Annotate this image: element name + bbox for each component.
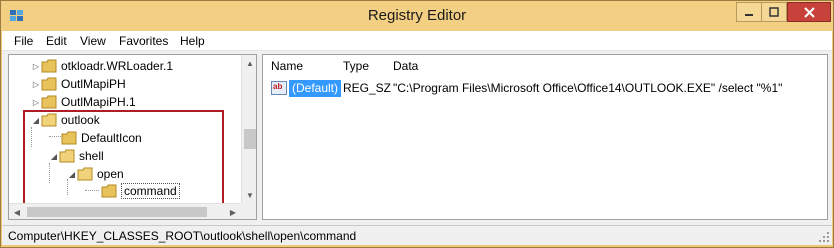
values-list[interactable]: Name Type Data ab (Default) REG_SZ "C:\P… <box>262 54 828 220</box>
client-area: ▷ otkloadr.WRLoader.1 ▷ OutlMapiPH ▷ Out… <box>2 51 832 225</box>
maximize-icon <box>769 7 779 17</box>
collapsed-arrow-icon[interactable]: ▷ <box>31 97 41 107</box>
title-bar[interactable]: Registry Editor <box>1 1 833 31</box>
value-type: REG_SZ <box>343 81 392 95</box>
registry-tree[interactable]: ▷ otkloadr.WRLoader.1 ▷ OutlMapiPH ▷ Out… <box>8 54 257 220</box>
menu-file[interactable]: File <box>14 34 33 48</box>
tree-item-label: otkloadr.WRLoader.1 <box>61 59 174 73</box>
menu-help[interactable]: Help <box>180 34 205 48</box>
column-header-name[interactable]: Name <box>271 59 303 73</box>
value-name: (Default) <box>289 80 342 97</box>
value-data: "C:\Program Files\Microsoft Office\Offic… <box>393 81 783 95</box>
status-path: Computer\HKEY_CLASSES_ROOT\outlook\shell… <box>8 229 357 243</box>
maximize-button[interactable] <box>761 2 787 22</box>
folder-icon <box>41 59 57 73</box>
string-value-icon: ab <box>271 81 287 95</box>
menu-favorites[interactable]: Favorites <box>119 34 168 48</box>
registry-editor-window: Registry Editor File Edit View Favorites… <box>0 0 834 248</box>
tree-item-label: OutlMapiPH.1 <box>61 95 136 109</box>
collapsed-arrow-icon[interactable]: ▷ <box>31 79 41 89</box>
tree-horizontal-scrollbar[interactable]: ◀ ▶ <box>9 203 241 219</box>
scroll-thumb[interactable] <box>244 129 256 149</box>
close-icon <box>803 6 815 18</box>
tree-item-otkloadr[interactable]: ▷ otkloadr.WRLoader.1 <box>31 57 173 75</box>
column-header-type[interactable]: Type <box>343 59 369 73</box>
close-button[interactable] <box>787 2 831 22</box>
folder-icon <box>41 95 57 109</box>
resize-grip-icon[interactable] <box>818 231 830 243</box>
tree-item-label: OutlMapiPH <box>61 77 126 91</box>
column-header-data[interactable]: Data <box>393 59 418 73</box>
menu-edit[interactable]: Edit <box>46 34 67 48</box>
scroll-right-icon[interactable]: ▶ <box>225 204 241 219</box>
collapsed-arrow-icon[interactable]: ▷ <box>31 61 41 71</box>
minimize-button[interactable] <box>736 2 762 22</box>
tree-vertical-scrollbar[interactable]: ▲ ▼ <box>241 55 256 203</box>
folder-icon <box>41 77 57 91</box>
annotation-highlight-box <box>23 110 224 207</box>
minimize-icon <box>745 14 753 16</box>
status-bar: Computer\HKEY_CLASSES_ROOT\outlook\shell… <box>2 225 832 245</box>
scroll-down-icon[interactable]: ▼ <box>242 187 256 203</box>
scroll-up-icon[interactable]: ▲ <box>242 55 256 71</box>
tree-item-outlmapiph-1[interactable]: ▷ OutlMapiPH.1 <box>31 93 136 111</box>
tree-item-outlmapiph[interactable]: ▷ OutlMapiPH <box>31 75 126 93</box>
value-row[interactable]: ab (Default) REG_SZ "C:\Program Files\Mi… <box>269 80 825 98</box>
scrollbar-corner <box>241 203 256 219</box>
scroll-left-icon[interactable]: ◀ <box>9 204 25 219</box>
menu-view[interactable]: View <box>80 34 106 48</box>
menu-bar: File Edit View Favorites Help <box>2 31 832 51</box>
scroll-thumb[interactable] <box>27 207 207 217</box>
window-title: Registry Editor <box>367 7 467 24</box>
